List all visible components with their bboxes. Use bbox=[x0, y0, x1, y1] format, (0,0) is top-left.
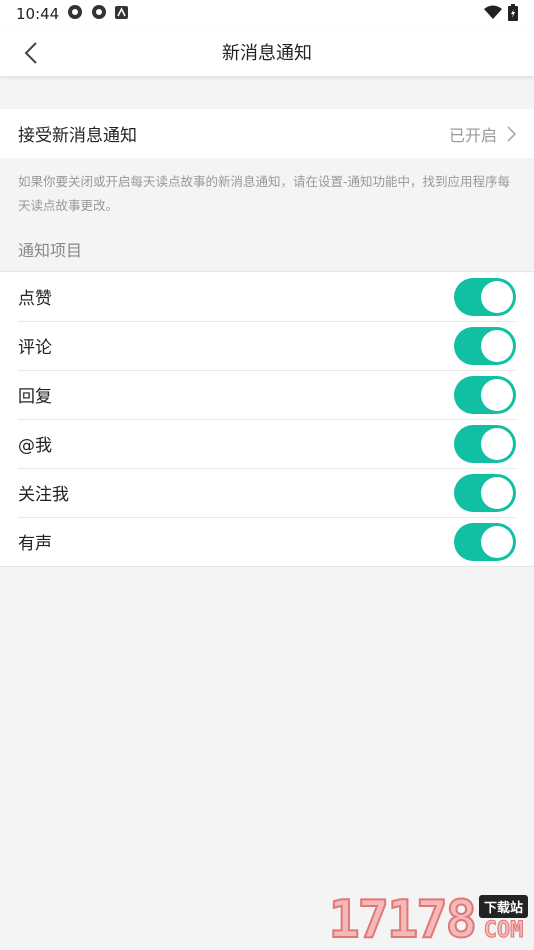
list-item-label: 点赞 bbox=[18, 289, 52, 309]
status-bar: 10:44 bbox=[0, 0, 534, 28]
app-notification-icon bbox=[115, 5, 129, 23]
list-item-audio: 有声 bbox=[0, 517, 534, 566]
follow-toggle[interactable] bbox=[454, 473, 516, 512]
list-item-label: 回复 bbox=[18, 387, 52, 407]
page-title: 新消息通知 bbox=[222, 43, 312, 64]
list-item-mention: @我 bbox=[0, 419, 534, 468]
list-item-label: 评论 bbox=[18, 338, 52, 358]
like-toggle[interactable] bbox=[454, 277, 516, 316]
sync-icon bbox=[91, 4, 107, 24]
receive-notification-label: 接受新消息通知 bbox=[18, 126, 137, 146]
watermark-suffix: COM bbox=[483, 918, 524, 943]
list-item-label: @我 bbox=[18, 436, 52, 456]
notification-items-list: 点赞 评论 回复 @我 关注我 有声 bbox=[0, 271, 534, 567]
chevron-left-icon bbox=[24, 42, 37, 64]
mention-toggle[interactable] bbox=[454, 424, 516, 463]
comment-toggle[interactable] bbox=[454, 326, 516, 365]
watermark-badge: 下载站 bbox=[478, 895, 528, 918]
battery-icon bbox=[508, 3, 518, 25]
watermark-number: 17178 bbox=[327, 890, 478, 950]
list-item-follow: 关注我 bbox=[0, 468, 534, 517]
status-time: 10:44 bbox=[16, 5, 60, 23]
watermark-logo: 17178 下载站 COM bbox=[327, 890, 528, 950]
sync-icon bbox=[67, 4, 83, 24]
receive-notification-row[interactable]: 接受新消息通知 已开启 bbox=[0, 109, 534, 158]
list-item-label: 关注我 bbox=[18, 485, 69, 505]
app-header: 新消息通知 bbox=[0, 28, 534, 76]
back-button[interactable] bbox=[14, 36, 48, 70]
list-item-comment: 评论 bbox=[0, 321, 534, 370]
receive-notification-value: 已开启 bbox=[449, 122, 516, 146]
chevron-right-icon bbox=[507, 125, 516, 142]
list-item-label: 有声 bbox=[18, 534, 52, 554]
notification-hint: 如果你要关闭或开启每天读点故事的新消息通知，请在设置-通知功能中，找到应用程序每… bbox=[18, 174, 511, 213]
reply-toggle[interactable] bbox=[454, 375, 516, 414]
list-item-like: 点赞 bbox=[0, 272, 534, 321]
wifi-icon bbox=[484, 5, 502, 23]
section-label: 通知项目 bbox=[18, 240, 83, 260]
list-item-reply: 回复 bbox=[0, 370, 534, 419]
audio-toggle[interactable] bbox=[454, 522, 516, 561]
